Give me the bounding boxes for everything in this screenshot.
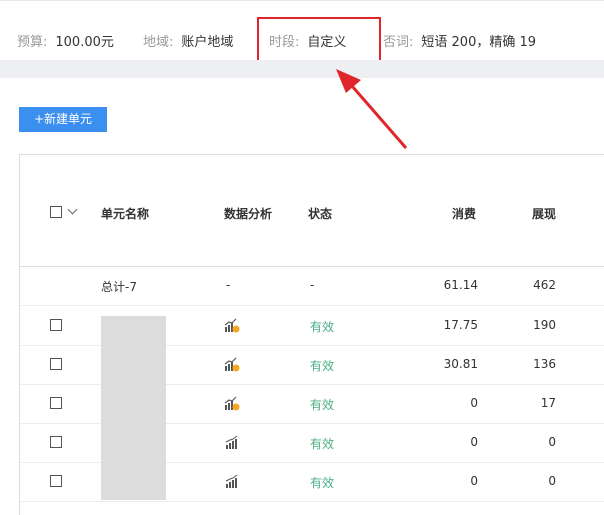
select-all-checkbox[interactable] (50, 206, 62, 218)
section-divider (0, 60, 604, 78)
unit-table: 单元名称 数据分析 状态 消费 展现 总计-7 - - 61.14 462 有效… (19, 154, 604, 515)
total-status: - (310, 278, 315, 292)
row-checkbox[interactable] (50, 475, 62, 487)
total-row: 总计-7 - - 61.14 462 (20, 266, 604, 306)
column-header-analysis[interactable]: 数据分析 (224, 205, 272, 222)
new-unit-button[interactable]: +新建单元 (19, 107, 107, 132)
row-cost: 17.75 (443, 318, 478, 332)
column-header-status[interactable]: 状态 (308, 205, 332, 222)
row-checkbox[interactable] (50, 358, 62, 370)
total-impressions: 462 (533, 278, 556, 292)
status-badge: 有效 (310, 476, 335, 490)
total-cost: 61.14 (443, 278, 478, 292)
total-name: 总计-7 (101, 280, 137, 294)
row-cost: 0 (470, 396, 478, 410)
region-info[interactable]: 地域: 账户地域 (143, 31, 233, 50)
region-label: 地域: (143, 35, 174, 50)
status-badge: 有效 (310, 398, 335, 412)
row-cost: 0 (470, 474, 478, 488)
column-header-name[interactable]: 单元名称 (101, 205, 149, 222)
row-cost: 0 (470, 435, 478, 449)
negative-keywords-value[interactable]: 短语 200，精确 19 (421, 35, 536, 50)
column-header-impressions[interactable]: 展现 (532, 205, 556, 222)
row-checkbox[interactable] (50, 397, 62, 409)
row-checkbox[interactable] (50, 319, 62, 331)
status-badge: 有效 (310, 437, 335, 451)
trend-up-warning-icon[interactable] (224, 317, 240, 333)
table-header: 单元名称 数据分析 状态 消费 展现 (20, 155, 604, 267)
period-highlight-box (257, 17, 381, 62)
budget-label: 预算: (17, 35, 48, 50)
total-analysis: - (226, 278, 231, 292)
row-cost: 30.81 (443, 357, 478, 371)
budget-value[interactable]: 100.00元 (55, 35, 114, 50)
trend-up-warning-icon[interactable] (224, 356, 240, 372)
budget-info[interactable]: 预算: 100.00元 (17, 31, 114, 50)
status-badge: 有效 (310, 359, 335, 373)
negative-keywords-label: 否词: (383, 35, 414, 50)
status-badge: 有效 (310, 320, 335, 334)
negative-keywords-info[interactable]: 否词: 短语 200，精确 19 (383, 31, 536, 50)
row-impressions: 17 (540, 396, 556, 410)
column-header-cost[interactable]: 消费 (452, 205, 476, 222)
row-checkbox[interactable] (50, 436, 62, 448)
row-impressions: 190 (533, 318, 556, 332)
chevron-down-icon[interactable] (67, 204, 78, 215)
row-impressions: 0 (548, 474, 556, 488)
bar-trend-icon[interactable] (224, 434, 240, 450)
row-impressions: 136 (533, 357, 556, 371)
redacted-unit-names (101, 316, 166, 500)
region-value[interactable]: 账户地域 (181, 35, 233, 50)
trend-up-warning-icon[interactable] (224, 395, 240, 411)
bar-trend-icon[interactable] (224, 473, 240, 489)
row-impressions: 0 (548, 435, 556, 449)
